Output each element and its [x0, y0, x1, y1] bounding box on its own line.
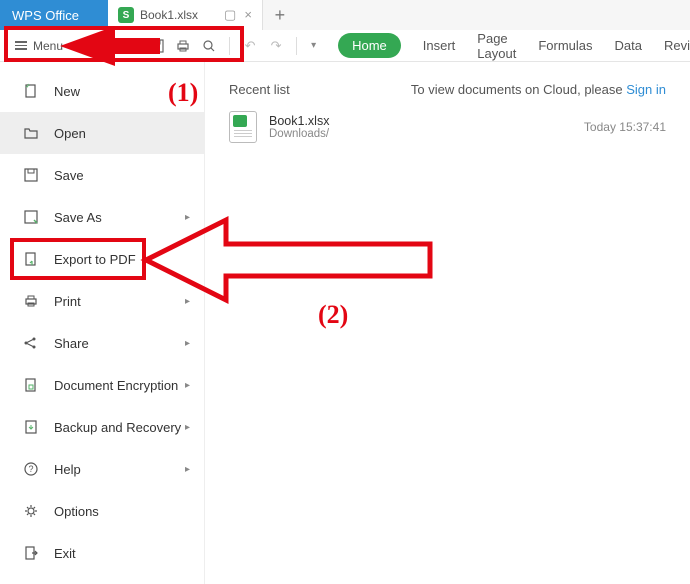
share-icon [22, 334, 40, 352]
menu-item-encryption[interactable]: Document Encryption ▸ [0, 364, 204, 406]
menu-item-label: Backup and Recovery [54, 420, 181, 435]
open-icon [22, 124, 40, 142]
new-icon [22, 82, 40, 100]
spreadsheet-doc-icon [229, 111, 257, 143]
menu-button-label: Menu [33, 39, 63, 53]
undo-icon[interactable]: ↶ [240, 36, 260, 56]
tab-home[interactable]: Home [338, 33, 401, 58]
menu-item-label: Save [54, 168, 84, 183]
menu-item-options[interactable]: Options [0, 490, 204, 532]
cloud-prompt: To view documents on Cloud, please Sign … [411, 82, 666, 97]
submenu-indicator-icon: ▸ [185, 296, 190, 307]
recent-header: Recent list To view documents on Cloud, … [229, 82, 666, 97]
menu-item-label: Document Encryption [54, 378, 178, 393]
menu-item-label: Export to PDF [54, 252, 136, 267]
menu-item-share[interactable]: Share ▸ [0, 322, 204, 364]
new-file-icon[interactable] [95, 36, 115, 56]
print-icon[interactable] [173, 36, 193, 56]
help-icon: ? [22, 460, 40, 478]
menu-item-label: Share [54, 336, 89, 351]
tab-filename: Book1.xlsx [140, 8, 198, 22]
print-preview-icon[interactable] [199, 36, 219, 56]
recent-file-path: Downloads/ [269, 128, 329, 140]
open-file-icon[interactable] [121, 36, 141, 56]
save-icon[interactable] [147, 36, 167, 56]
svg-text:?: ? [28, 464, 33, 474]
menu-item-save[interactable]: Save [0, 154, 204, 196]
tab-data[interactable]: Data [615, 38, 642, 53]
menu-item-exit[interactable]: Exit [0, 532, 204, 574]
redo-icon[interactable]: ↷ [266, 36, 286, 56]
document-tab[interactable]: S Book1.xlsx ▢ × [108, 0, 263, 30]
menu-item-label: Open [54, 126, 86, 141]
print-icon [22, 292, 40, 310]
file-menu-panel: New Open Save Save As ▸ Export to PDF Pr… [0, 62, 205, 584]
main-area: New Open Save Save As ▸ Export to PDF Pr… [0, 62, 690, 584]
tab-page-layout[interactable]: Page Layout [477, 31, 516, 61]
backup-icon [22, 418, 40, 436]
tab-formulas[interactable]: Formulas [538, 38, 592, 53]
recent-list-label: Recent list [229, 82, 290, 97]
tab-insert[interactable]: Insert [423, 38, 456, 53]
submenu-indicator-icon: ▸ [185, 380, 190, 391]
menu-item-label: New [54, 84, 80, 99]
lock-icon [22, 376, 40, 394]
quick-access-toolbar: ↶ ↷ ▾ [95, 36, 316, 56]
export-pdf-icon [22, 250, 40, 268]
tab-detach-icon[interactable]: ▢ [224, 7, 236, 23]
ribbon-tabs: Home Insert Page Layout Formulas Data Re… [338, 31, 690, 61]
submenu-indicator-icon: ▸ [185, 212, 190, 223]
exit-icon [22, 544, 40, 562]
menu-item-label: Help [54, 462, 81, 477]
gear-icon [22, 502, 40, 520]
app-title: WPS Office [0, 0, 108, 30]
tab-controls: ▢ × [224, 7, 252, 23]
menu-item-label: Save As [54, 210, 102, 225]
tab-review[interactable]: Review [664, 38, 690, 53]
new-tab-button[interactable]: + [263, 0, 297, 30]
tab-close-icon[interactable]: × [244, 7, 252, 23]
cloud-prompt-text: To view documents on Cloud, please [411, 82, 626, 97]
submenu-indicator-icon: ▸ [185, 338, 190, 349]
separator [296, 37, 297, 55]
spreadsheet-icon: S [118, 7, 134, 23]
menu-item-save-as[interactable]: Save As ▸ [0, 196, 204, 238]
chevron-down-icon: ▾ [73, 40, 78, 51]
menu-item-backup[interactable]: Backup and Recovery ▸ [0, 406, 204, 448]
submenu-indicator-icon: ▸ [185, 464, 190, 475]
submenu-indicator-icon: ▸ [185, 422, 190, 433]
content-area: Recent list To view documents on Cloud, … [205, 62, 690, 584]
hamburger-icon [15, 41, 27, 50]
save-icon [22, 166, 40, 184]
menu-item-export-pdf[interactable]: Export to PDF [0, 238, 204, 280]
menu-button[interactable]: Menu ▾ [6, 33, 87, 59]
title-bar: WPS Office S Book1.xlsx ▢ × + [0, 0, 690, 30]
menu-item-new[interactable]: New [0, 70, 204, 112]
menu-item-label: Exit [54, 546, 76, 561]
menu-item-help[interactable]: ? Help ▸ [0, 448, 204, 490]
save-as-icon [22, 208, 40, 226]
recent-file-name: Book1.xlsx [269, 114, 329, 128]
menu-item-print[interactable]: Print ▸ [0, 280, 204, 322]
separator [229, 37, 230, 55]
menu-item-label: Print [54, 294, 81, 309]
menu-item-label: Options [54, 504, 99, 519]
sign-in-link[interactable]: Sign in [626, 82, 666, 97]
recent-file-meta: Book1.xlsx Downloads/ [269, 114, 329, 140]
qat-dropdown-icon[interactable]: ▾ [311, 40, 316, 51]
recent-file-time: Today 15:37:41 [584, 120, 666, 134]
toolbar: Menu ▾ ↶ ↷ ▾ Home Insert Page Layout For… [0, 30, 690, 62]
menu-item-open[interactable]: Open [0, 112, 204, 154]
recent-file-row[interactable]: Book1.xlsx Downloads/ Today 15:37:41 [229, 111, 666, 143]
